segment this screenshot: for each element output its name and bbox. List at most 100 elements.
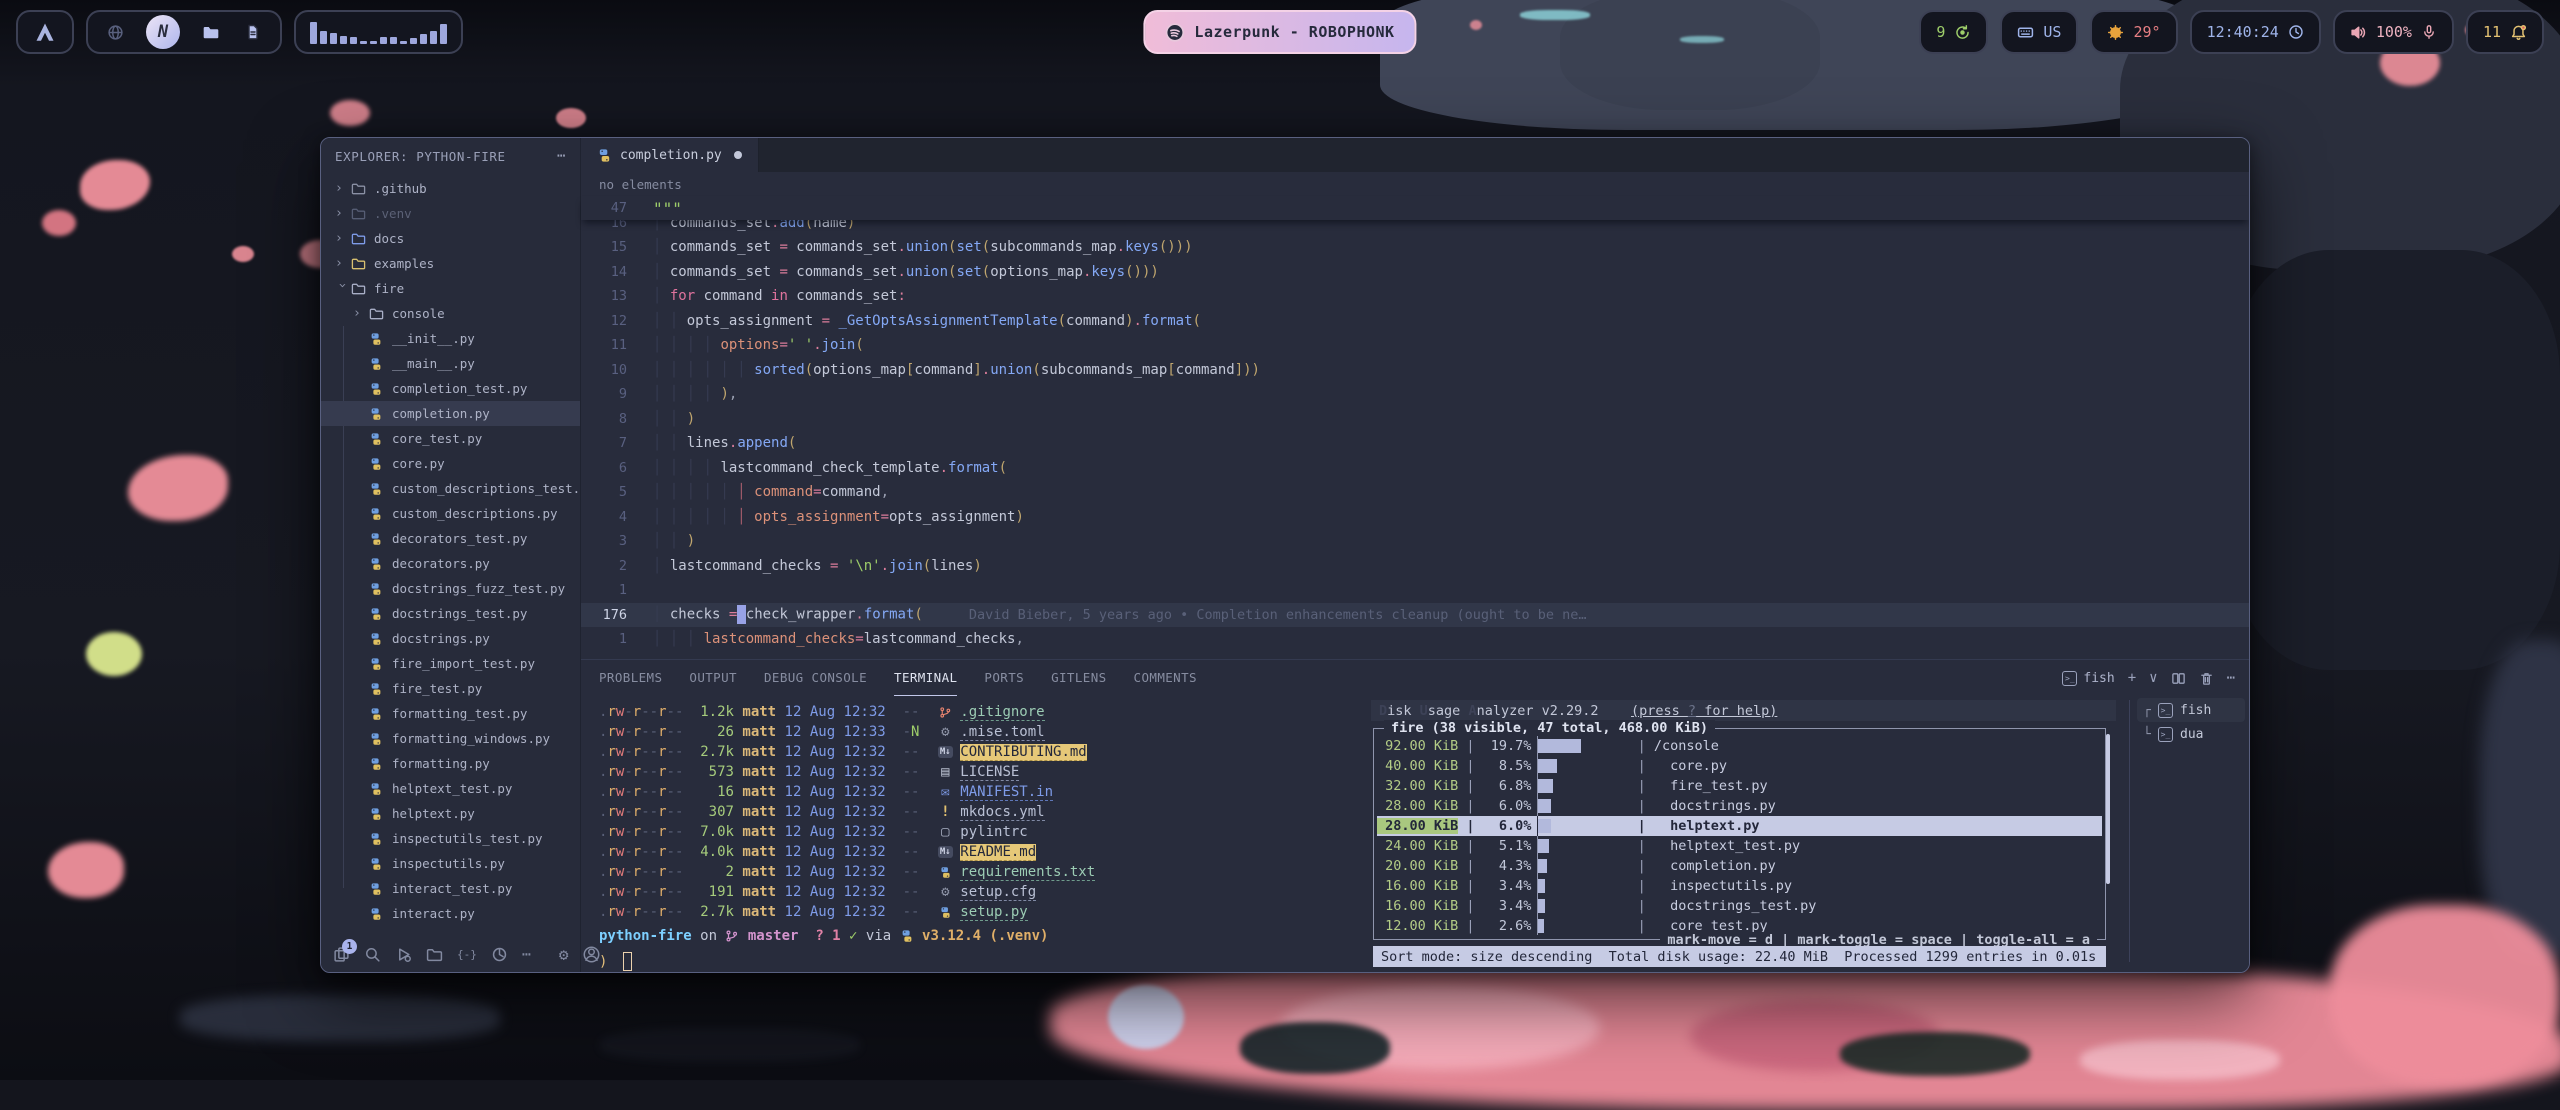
tree-item-fire_import_test.py[interactable]: fire_import_test.py bbox=[321, 651, 580, 676]
file-link[interactable]: setup.cfg bbox=[960, 884, 1036, 901]
panel-tab-comments[interactable]: COMMENTS bbox=[1134, 660, 1197, 696]
python-file-icon bbox=[367, 632, 385, 646]
tree-item-formatting_test.py[interactable]: formatting_test.py bbox=[321, 701, 580, 726]
panel-tab-terminal[interactable]: TERMINAL bbox=[894, 660, 957, 696]
brackets-icon[interactable]: {-} bbox=[457, 944, 477, 964]
tree-item-docstrings.py[interactable]: docstrings.py bbox=[321, 626, 580, 651]
tree-item-docstrings_fuzz_test.py[interactable]: docstrings_fuzz_test.py bbox=[321, 576, 580, 601]
dua-row-docstrings.py[interactable]: 28.00 KiB | 6.0% | docstrings.py bbox=[1377, 796, 2102, 816]
tree-item-__init__.py[interactable]: __init__.py bbox=[321, 326, 580, 351]
dua-row-console[interactable]: 92.00 KiB | 19.7% | /console bbox=[1377, 736, 2102, 756]
search-icon[interactable] bbox=[364, 944, 381, 964]
split-icon[interactable] bbox=[2171, 671, 2186, 686]
file-link[interactable]: .gitignore bbox=[960, 704, 1044, 721]
dua-row-inspectutils.py[interactable]: 16.00 KiB | 3.4% | inspectutils.py bbox=[1377, 876, 2102, 896]
breadcrumb[interactable]: no elements bbox=[581, 172, 2249, 196]
panel-tab-gitlens[interactable]: GITLENS bbox=[1051, 660, 1106, 696]
dua-row-helptext_test.py[interactable]: 24.00 KiB | 5.1% | helptext_test.py bbox=[1377, 836, 2102, 856]
files-icon[interactable]: 1 bbox=[333, 944, 350, 964]
code-line-current[interactable]: 176│ checks =check_wrapper.format(David … bbox=[581, 603, 2249, 628]
file-link[interactable]: pylintrc bbox=[960, 824, 1027, 840]
audio-visualizer-widget[interactable] bbox=[294, 10, 463, 54]
file-link[interactable]: .mise.toml bbox=[960, 724, 1044, 741]
file-link[interactable]: LICENSE bbox=[960, 764, 1019, 781]
ellipsis-icon[interactable]: ⋯ bbox=[557, 148, 566, 164]
tree-item-core_test.py[interactable]: core_test.py bbox=[321, 426, 580, 451]
folder-icon[interactable] bbox=[200, 21, 222, 43]
tree-item-core.py[interactable]: core.py bbox=[321, 451, 580, 476]
trash-icon[interactable] bbox=[2199, 671, 2214, 686]
tree-item-custom_descriptions_test.[interactable]: custom_descriptions_test.… bbox=[321, 476, 580, 501]
panel-tab-problems[interactable]: PROBLEMS bbox=[599, 660, 662, 696]
panel-tab-debug-console[interactable]: DEBUG CONSOLE bbox=[764, 660, 867, 696]
notifications-widget[interactable]: 11 bbox=[2466, 10, 2544, 54]
tree-item-decorators_test.py[interactable]: decorators_test.py bbox=[321, 526, 580, 551]
panel-tab-ports[interactable]: PORTS bbox=[984, 660, 1024, 696]
updates-widget[interactable]: 9 bbox=[1919, 10, 1988, 54]
workspace-active-N[interactable]: N bbox=[146, 15, 180, 49]
terminal-list-item-fish[interactable]: ┌>_fish bbox=[2137, 698, 2245, 722]
tree-item-completion_test.py[interactable]: completion_test.py bbox=[321, 376, 580, 401]
gear-icon[interactable]: ⚙ bbox=[559, 944, 569, 964]
tree-item-interact_test.py[interactable]: interact_test.py bbox=[321, 876, 580, 901]
keyboard-layout-widget[interactable]: US bbox=[2000, 10, 2078, 54]
tree-item-fire_test.py[interactable]: fire_test.py bbox=[321, 676, 580, 701]
tree-item-interact.py[interactable]: interact.py bbox=[321, 901, 580, 926]
tree-item-helptext_test.py[interactable]: helptext_test.py bbox=[321, 776, 580, 801]
tree-item-.github[interactable]: ›.github bbox=[321, 176, 580, 201]
globe-icon[interactable] bbox=[104, 21, 126, 43]
tree-item-inspectutils.py[interactable]: inspectutils.py bbox=[321, 851, 580, 876]
dua-row-fire_test.py[interactable]: 32.00 KiB | 6.8% | fire_test.py bbox=[1377, 776, 2102, 796]
tree-item-examples[interactable]: ›examples bbox=[321, 251, 580, 276]
file-link[interactable]: CONTRIBUTING.md bbox=[960, 744, 1086, 761]
ellipsis-icon[interactable]: ⋯ bbox=[2227, 670, 2235, 686]
launcher-button[interactable] bbox=[16, 10, 74, 54]
tree-item-.venv[interactable]: ›.venv bbox=[321, 201, 580, 226]
tree-item-console[interactable]: ›console bbox=[321, 301, 580, 326]
tree-item-docstrings_test.py[interactable]: docstrings_test.py bbox=[321, 601, 580, 626]
tree-item-completion.py[interactable]: completion.py bbox=[321, 401, 580, 426]
file-link[interactable]: mkdocs.yml bbox=[960, 804, 1044, 821]
bottom-panel: PROBLEMS OUTPUT DEBUG CONSOLE TERMINAL PORTS… bbox=[581, 659, 2249, 972]
tree-item-fire[interactable]: ›fire bbox=[321, 276, 580, 301]
file-link[interactable]: MANIFEST.in bbox=[960, 784, 1053, 801]
audio-widget[interactable]: 100% bbox=[2333, 10, 2454, 54]
tree-item-formatting.py[interactable]: formatting.py bbox=[321, 751, 580, 776]
tree-item-__main__.py[interactable]: __main__.py bbox=[321, 351, 580, 376]
panel-divider[interactable] bbox=[2129, 700, 2130, 962]
debug-icon[interactable] bbox=[395, 944, 412, 964]
clock-widget[interactable]: 12:40:24 bbox=[2190, 10, 2321, 54]
code-editor[interactable]: 16│ commands_set.add(name)15│ commands_s… bbox=[581, 220, 2249, 659]
timer-icon[interactable] bbox=[491, 944, 508, 964]
code-line: 11│ │ │ │ options=' '.join( bbox=[581, 333, 2249, 358]
tree-item-helptext.py[interactable]: helptext.py bbox=[321, 801, 580, 826]
terminal-list-item-dua[interactable]: └>_dua bbox=[2137, 722, 2245, 746]
dua-row-core.py[interactable]: 40.00 KiB | 8.5% | core.py bbox=[1377, 756, 2102, 776]
file-link[interactable]: requirements.txt bbox=[960, 864, 1095, 881]
tree-item-inspectutils_test.py[interactable]: inspectutils_test.py bbox=[321, 826, 580, 851]
tree-item-docs[interactable]: ›docs bbox=[321, 226, 580, 251]
folder-icon[interactable] bbox=[426, 944, 443, 964]
tab-completion-py[interactable]: completion.py bbox=[581, 138, 759, 172]
file-link[interactable]: README.md bbox=[960, 844, 1036, 861]
dua-percent: 5.1% bbox=[1483, 838, 1532, 854]
weather-widget[interactable]: 29° bbox=[2090, 10, 2177, 54]
media-player-widget[interactable]: Lazerpunk - ROBOPHONK bbox=[1143, 10, 1416, 54]
file-icon[interactable] bbox=[242, 21, 264, 43]
tree-item-custom_descriptions.py[interactable]: custom_descriptions.py bbox=[321, 501, 580, 526]
ellipsis-icon[interactable]: ⋯ bbox=[522, 944, 531, 964]
sticky-scroll-line[interactable]: 47""" bbox=[581, 196, 2249, 220]
shell-prompt-char-line[interactable]: ) bbox=[599, 952, 632, 971]
tree-item-formatting_windows.py[interactable]: formatting_windows.py bbox=[321, 726, 580, 751]
file-owner: matt bbox=[742, 884, 784, 900]
tree-item-decorators.py[interactable]: decorators.py bbox=[321, 551, 580, 576]
plus-icon[interactable]: + bbox=[2128, 670, 2136, 686]
chevron-down-icon[interactable]: ∨ bbox=[2149, 670, 2157, 686]
modified-dot-icon[interactable] bbox=[734, 151, 742, 159]
dua-scrollbar[interactable] bbox=[2106, 734, 2110, 884]
dua-row-completion.py[interactable]: 20.00 KiB | 4.3% | completion.py bbox=[1377, 856, 2102, 876]
file-link[interactable]: setup.py bbox=[960, 904, 1027, 921]
panel-tab-output[interactable]: OUTPUT bbox=[689, 660, 737, 696]
dua-row-docstrings_test.py[interactable]: 16.00 KiB | 3.4% | docstrings_test.py bbox=[1377, 896, 2102, 916]
dua-row-helptext.py[interactable]: 28.00 KiB | 6.0% | helptext.py bbox=[1377, 816, 2102, 836]
